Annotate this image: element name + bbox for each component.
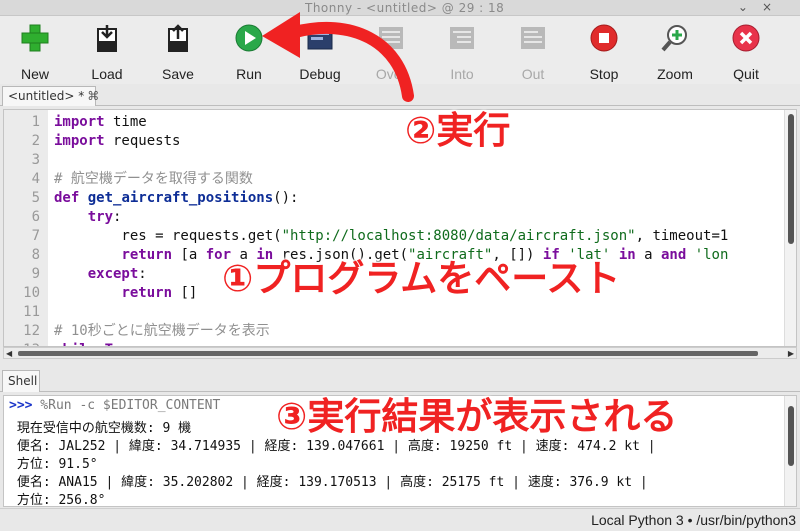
scroll-right-icon[interactable]: ▶ [788,349,794,358]
stop-button[interactable]: Stop [575,20,633,82]
editor-horizontal-scrollbar[interactable]: ◀ ▶ [3,347,797,359]
zoom-button-label: Zoom [657,66,693,82]
save-icon [168,24,188,52]
step-over-button[interactable]: Over [362,20,420,82]
line-number: 2 [31,133,40,149]
code-line: 5 def get_aircraft_positions(): [4,189,796,208]
editor-vertical-scrollbar[interactable] [784,110,796,346]
shell-prompt: >>> [9,398,33,413]
editor-tab-label: <untitled> * [8,89,85,103]
scrollbar-thumb[interactable] [788,114,794,244]
window-controls: ⌄× [738,0,786,14]
code-line: 11 [4,303,796,322]
run-button[interactable]: Run [220,20,278,82]
new-file-plus-icon [21,24,49,52]
title-bar: Thonny - <untitled> @ 29 : 18 ⌄× [0,0,800,16]
editor-tab-untitled[interactable]: <untitled> * ⌘ [2,86,99,106]
run-button-label: Run [236,66,262,82]
new-button-label: New [20,66,49,82]
line-number: 5 [31,190,40,206]
scrollbar-thumb[interactable] [18,351,758,356]
annotation-result: ③実行結果が表示される [276,395,678,438]
annotation-run: ②実行 [405,109,511,152]
shell-vertical-scrollbar[interactable] [784,396,796,506]
code-line: 4 # 航空機データを取得する関数 [4,170,796,189]
code-line: 3 [4,151,796,170]
shell-tab[interactable]: Shell [2,370,40,392]
code-editor[interactable]: 1 import time 2 import requests 3 4 # 航空機デー… [3,109,797,347]
code-line: 1 import time [4,113,796,132]
stop-button-label: Stop [589,66,619,82]
toolbar: New Load Save Run Debug Over Into Out St… [0,16,800,84]
zoom-icon [661,25,687,52]
shell-output-line: 便名: JAL252 | 緯度: 34.714935 | 経度: 139.047… [9,439,656,454]
shell-output-line: 方位: 91.5° [9,457,98,472]
minimize-icon[interactable]: ⌄ [738,0,762,14]
line-number: 11 [23,304,40,320]
shell-run-line: >>> %Run -c $EDITOR_CONTENT [9,397,220,415]
editor-tab-bar: <untitled> * ⌘ [0,84,800,106]
code-line: 7 res = requests.get("http://localhost:8… [4,227,796,246]
quit-button[interactable]: Quit [717,20,775,82]
line-number: 4 [31,171,40,187]
line-number: 8 [31,247,40,263]
thonny-window: Thonny - <untitled> @ 29 : 18 ⌄× New Loa… [0,0,800,531]
step-into-icon [450,27,474,49]
step-over-label: Over [375,66,407,82]
tab-close-icon[interactable]: ⌘ [87,89,99,103]
annotation-paste: ①プログラムをペースト [222,257,621,300]
zoom-button[interactable]: Zoom [646,20,704,82]
run-play-icon [235,24,263,52]
step-out-label: Out [521,66,545,82]
debug-button-label: Debug [299,66,341,82]
status-bar: Local Python 3 • /usr/bin/python3 [0,508,800,531]
scroll-left-icon[interactable]: ◀ [6,349,12,358]
scrollbar-thumb[interactable] [788,406,794,466]
line-number: 12 [23,323,40,339]
shell-output-line: 方位: 256.8° [9,493,106,507]
load-button[interactable]: Load [78,20,136,82]
step-over-icon [379,27,403,49]
load-folder-icon [97,25,117,52]
line-number: 3 [31,152,40,168]
code-line: 12 # 10秒ごとに航空機データを表示 [4,322,796,341]
code-line: 2 import requests [4,132,796,151]
debug-button[interactable]: Debug [291,20,349,82]
line-number: 1 [31,114,40,130]
shell-output-line: 便名: ANA15 | 緯度: 35.202802 | 経度: 139.1705… [9,475,648,490]
shell-run-command: %Run -c $EDITOR_CONTENT [32,398,221,413]
code-line: 6 try: [4,208,796,227]
shell-output-line: 現在受信中の航空機数: 9 機 [9,421,192,436]
step-into-label: Into [450,66,474,82]
interpreter-status[interactable]: Local Python 3 • /usr/bin/python3 [591,512,796,528]
line-number: 7 [31,228,40,244]
line-number: 6 [31,209,40,225]
step-out-button[interactable]: Out [504,20,562,82]
load-button-label: Load [91,66,123,82]
debug-icon [307,28,333,50]
close-window-icon[interactable]: × [762,0,786,14]
window-title: Thonny - <untitled> @ 29 : 18 [305,1,505,15]
step-into-button[interactable]: Into [433,20,491,82]
quit-icon [732,24,760,52]
line-number: 9 [31,266,40,282]
step-out-icon [521,27,545,49]
line-number: 10 [23,285,40,301]
save-button[interactable]: Save [149,20,207,82]
stop-icon [590,24,618,52]
new-button[interactable]: New [6,20,64,82]
save-button-label: Save [162,66,194,82]
quit-button-label: Quit [733,66,759,82]
